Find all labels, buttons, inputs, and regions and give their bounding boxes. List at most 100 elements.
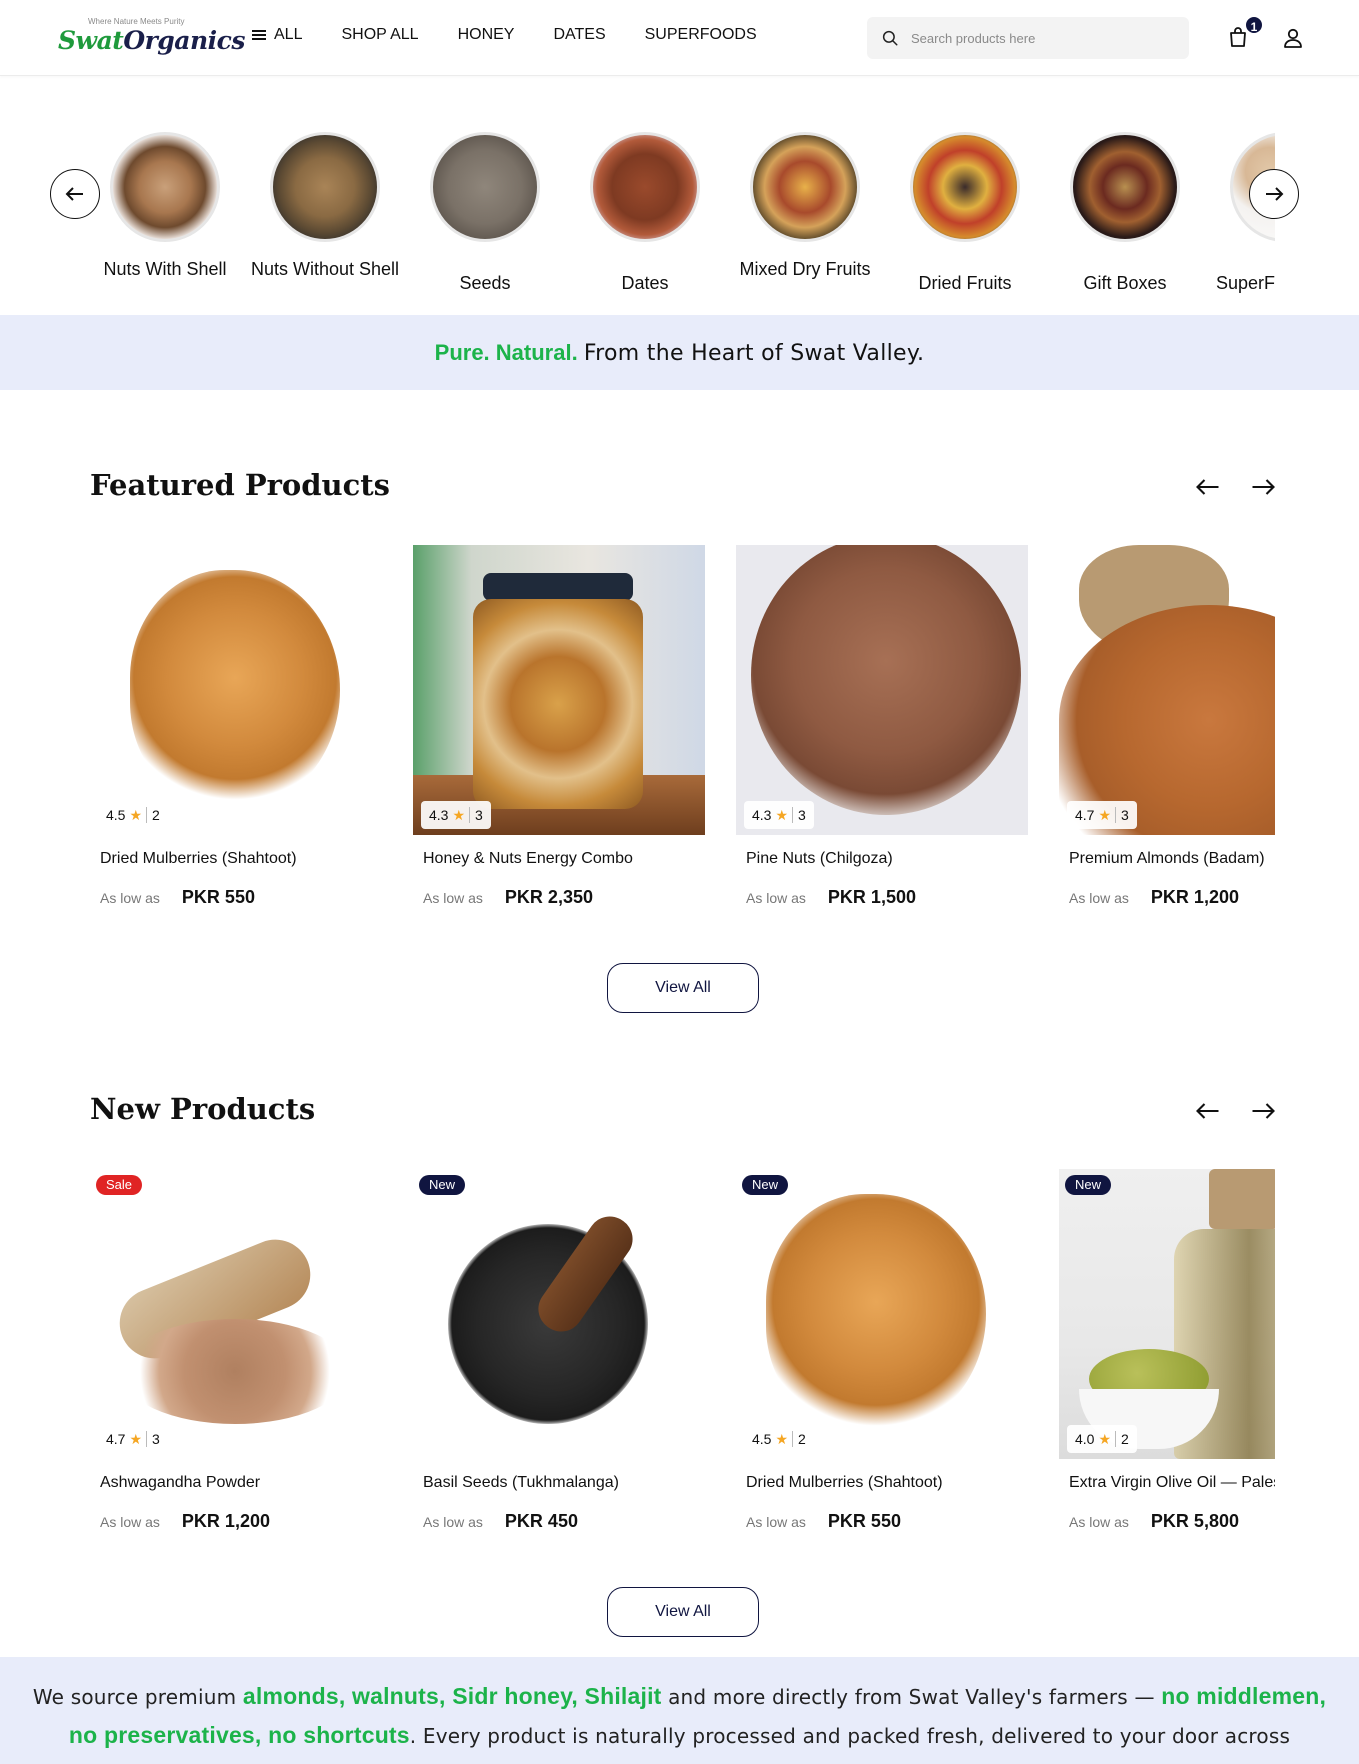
nav-honey[interactable]: HONEY bbox=[458, 26, 515, 44]
arrow-left-icon bbox=[65, 187, 83, 201]
category-nuts-without-shell[interactable]: Nuts Without Shell bbox=[250, 110, 400, 279]
category-dates[interactable]: Dates bbox=[570, 110, 720, 293]
product-rating: 4.7 ★ 3 bbox=[1067, 801, 1137, 829]
product-price-row: As low as PKR 1,200 bbox=[100, 1511, 270, 1531]
star-icon: ★ bbox=[129, 1430, 143, 1447]
main-nav: ALL SHOP ALL HONEY DATES SUPERFOODS bbox=[252, 26, 796, 44]
product-price-row: As low as PKR 2,350 bbox=[423, 887, 593, 907]
product-name: Dried Mulberries (Shahtoot) bbox=[100, 850, 297, 867]
category-label: Nuts Without Shell bbox=[250, 259, 400, 279]
nav-all[interactable]: ALL bbox=[252, 26, 302, 44]
product-card[interactable]: 4.3 ★ 3 Pine Nuts (Chilgoza) As low as PKR … bbox=[736, 545, 1028, 907]
product-card[interactable]: 4.5 ★ 2 Dried Mulberries (Shahtoot) As low… bbox=[90, 545, 382, 907]
product-card[interactable]: 4.3 ★ 3 Honey & Nuts Energy Combo As low a… bbox=[413, 545, 705, 907]
product-name: Honey & Nuts Energy Combo bbox=[423, 850, 633, 867]
nav-shop-all[interactable]: SHOP ALL bbox=[341, 26, 418, 44]
product-price-row: As low as PKR 550 bbox=[100, 887, 255, 907]
nav-dates[interactable]: DATES bbox=[553, 26, 605, 44]
star-icon: ★ bbox=[1098, 806, 1112, 823]
category-carousel: Nuts With Shell Nuts Without Shell Seeds… bbox=[90, 110, 1275, 315]
site-logo[interactable]: Where Nature Meets Purity SwatOrganics bbox=[58, 16, 245, 60]
star-icon: ★ bbox=[775, 806, 789, 823]
featured-products-title: Featured Products bbox=[90, 468, 390, 502]
category-label: Dates bbox=[621, 273, 669, 293]
category-gift-boxes[interactable]: Gift Boxes bbox=[1050, 110, 1200, 293]
logo-brand: SwatOrganics bbox=[58, 26, 245, 55]
cart-count-badge: 1 bbox=[1244, 15, 1264, 35]
product-price: PKR 2,350 bbox=[504, 887, 593, 907]
product-price-row: As low as PKR 450 bbox=[423, 1511, 578, 1531]
product-name: Pine Nuts (Chilgoza) bbox=[746, 850, 893, 867]
search-input[interactable] bbox=[911, 17, 1171, 59]
nav-superfoods[interactable]: SUPERFOODS bbox=[645, 26, 757, 44]
product-rating: 4.0 ★ 2 bbox=[1067, 1425, 1137, 1453]
category-dried-fruits[interactable]: Dried Fruits bbox=[890, 110, 1040, 293]
banner-highlight: Pure. Natural. bbox=[434, 340, 578, 365]
product-rating: 4.5 ★ 2 bbox=[744, 1425, 814, 1453]
arrow-right-icon bbox=[1266, 187, 1284, 201]
product-price-row: As low as PKR 5,800 bbox=[1069, 1511, 1239, 1531]
category-image bbox=[910, 132, 1020, 242]
star-icon: ★ bbox=[775, 1430, 789, 1447]
new-badge: New bbox=[1065, 1175, 1112, 1195]
product-image: New 4.5 ★ 2 bbox=[736, 1169, 1028, 1459]
category-prev-button[interactable] bbox=[50, 169, 100, 219]
hamburger-icon bbox=[252, 28, 266, 42]
category-nuts-with-shell[interactable]: Nuts With Shell bbox=[90, 110, 240, 279]
about-sourcing-text: We source premium almonds, walnuts, Sidr… bbox=[0, 1657, 1359, 1764]
product-card[interactable]: New 4.5 ★ 2 Dried Mulberries (Shahtoot) As… bbox=[736, 1169, 1028, 1531]
product-price-row: As low as PKR 550 bbox=[746, 1511, 901, 1531]
product-card[interactable]: New 4.0★2 Extra Virgin Olive Oil — Pales… bbox=[1059, 1169, 1275, 1531]
featured-view-all-button[interactable]: View All bbox=[607, 963, 759, 1013]
search-box bbox=[867, 17, 1189, 59]
new-badge: New bbox=[419, 1175, 466, 1195]
product-image: 4.7 ★ 3 bbox=[1059, 545, 1275, 835]
user-account-icon[interactable] bbox=[1281, 26, 1305, 50]
category-mixed-dry-fruits[interactable]: Mixed Dry Fruits bbox=[730, 110, 880, 279]
search-icon[interactable] bbox=[881, 29, 899, 47]
product-price-row: As low as PKR 1,500 bbox=[746, 887, 916, 907]
category-image bbox=[750, 132, 860, 242]
featured-products-list: 4.5 ★ 2 Dried Mulberries (Shahtoot) As low… bbox=[90, 545, 1275, 925]
product-card[interactable]: New Basil Seeds (Tukhmalanga) As low as P… bbox=[413, 1169, 705, 1531]
new-products-list: Sale 4.7 ★ 3 Ashwagandha Powder As low as P… bbox=[90, 1169, 1275, 1549]
category-next-button[interactable] bbox=[1249, 169, 1299, 219]
category-label: Nuts With Shell bbox=[103, 259, 227, 279]
category-image bbox=[110, 132, 220, 242]
tagline-banner: Pure. Natural. From the Heart of Swat Va… bbox=[0, 315, 1359, 390]
category-image bbox=[430, 132, 540, 242]
cart-button[interactable]: 1 bbox=[1226, 15, 1264, 52]
product-image: Sale 4.7 ★ 3 bbox=[90, 1169, 382, 1459]
product-image: 4.5 ★ 2 bbox=[90, 545, 382, 835]
category-label: Dried Fruits bbox=[918, 273, 1012, 293]
product-image: 4.3 ★ 3 bbox=[736, 545, 1028, 835]
new-next-arrow-icon[interactable] bbox=[1249, 1097, 1277, 1125]
product-card[interactable]: 4.7 ★ 3 Premium Almonds (Badam) As low as P… bbox=[1059, 545, 1275, 907]
category-image bbox=[270, 132, 380, 242]
product-price: PKR 1,200 bbox=[1150, 887, 1239, 907]
product-card[interactable]: Sale 4.7 ★ 3 Ashwagandha Powder As low as P… bbox=[90, 1169, 382, 1531]
product-name: Ashwagandha Powder bbox=[100, 1474, 261, 1491]
category-image bbox=[1070, 132, 1180, 242]
new-prev-arrow-icon[interactable] bbox=[1194, 1097, 1222, 1125]
star-icon: ★ bbox=[452, 806, 466, 823]
category-label: Gift Boxes bbox=[1083, 273, 1167, 293]
new-products-title: New Products bbox=[90, 1092, 316, 1126]
product-image: New bbox=[413, 1169, 705, 1459]
product-name: Dried Mulberries (Shahtoot) bbox=[746, 1474, 943, 1491]
star-icon: ★ bbox=[129, 806, 143, 823]
featured-next-arrow-icon[interactable] bbox=[1249, 473, 1277, 501]
category-seeds[interactable]: Seeds bbox=[410, 110, 560, 293]
category-image bbox=[590, 132, 700, 242]
sale-badge: Sale bbox=[96, 1175, 143, 1195]
product-price: PKR 450 bbox=[504, 1511, 578, 1531]
product-price: PKR 1,200 bbox=[181, 1511, 270, 1531]
new-products-view-all-button[interactable]: View All bbox=[607, 1587, 759, 1637]
product-price: PKR 5,800 bbox=[1150, 1511, 1239, 1531]
star-icon: ★ bbox=[1098, 1430, 1112, 1447]
product-image: New 4.0 ★ 2 bbox=[1059, 1169, 1275, 1459]
featured-prev-arrow-icon[interactable] bbox=[1194, 473, 1222, 501]
product-price: PKR 1,500 bbox=[827, 887, 916, 907]
nav-all-label: ALL bbox=[274, 26, 303, 43]
product-rating: 4.7 ★ 3 bbox=[98, 1425, 168, 1453]
